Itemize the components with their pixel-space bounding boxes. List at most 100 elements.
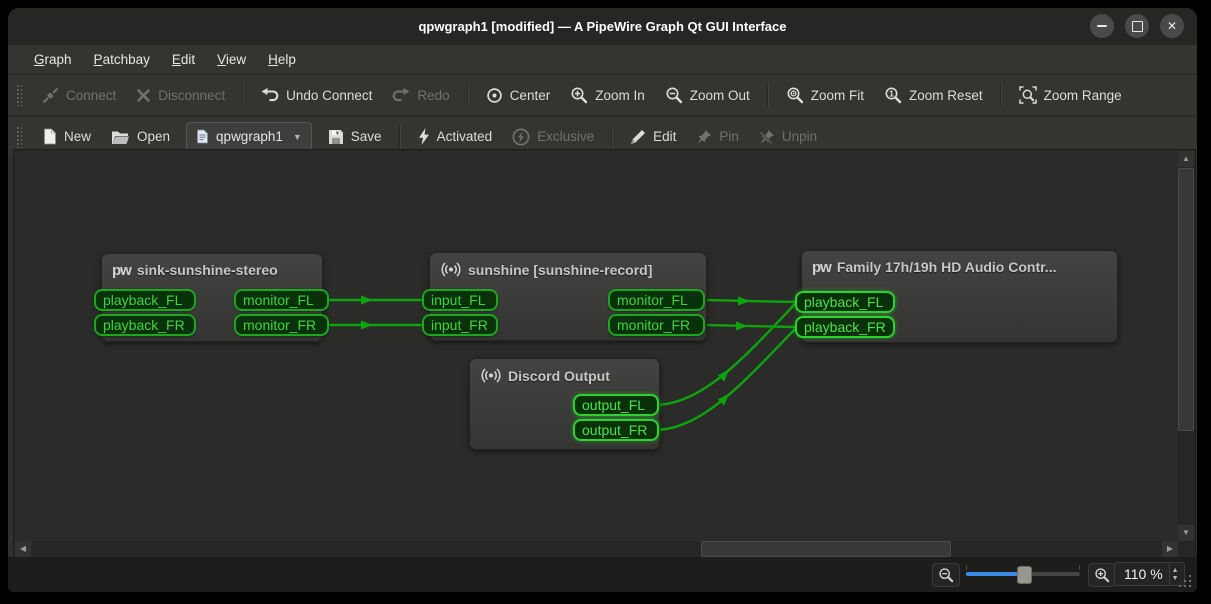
port-sink-monitor-fr[interactable]: monitor_FR xyxy=(234,314,329,336)
port-sunshine-monitor-fl[interactable]: monitor_FL xyxy=(608,289,705,311)
exclusive-button[interactable]: Exclusive xyxy=(502,122,604,152)
port-sink-playback-fr[interactable]: playback_FR xyxy=(94,314,196,336)
chevron-down-icon: ▼ xyxy=(293,132,302,142)
zoom-out-button[interactable]: Zoom Out xyxy=(655,80,760,110)
node-title: Family 17h/19h HD Audio Contr... xyxy=(837,259,1057,275)
pipewire-icon: pw xyxy=(112,263,131,278)
zoom-slider-handle[interactable] xyxy=(1017,566,1032,584)
statusbar-zoom-in-button[interactable] xyxy=(1088,563,1116,587)
menubar: Graph Patchbay Edit View Help xyxy=(8,45,1197,74)
zoom-slider[interactable] xyxy=(962,563,1084,585)
node-header: sunshine [sunshine-record] xyxy=(430,253,706,278)
zoom-percent-spinbox[interactable]: 110 % ▲▼ xyxy=(1114,562,1185,586)
menu-help[interactable]: Help xyxy=(258,49,306,70)
zoom-range-button[interactable]: Zoom Range xyxy=(1009,80,1132,110)
minimize-icon xyxy=(1097,25,1107,27)
cable-sink-monitorFL-to-sunshine-inputFL[interactable] xyxy=(329,296,422,305)
graph-view-frame: pw sink-sunshine-stereo sunshine [sunshi… xyxy=(13,149,1196,559)
maximize-button[interactable] xyxy=(1125,14,1149,38)
scroll-down-button[interactable]: ▼ xyxy=(1178,525,1194,541)
center-button[interactable]: Center xyxy=(476,80,561,110)
disconnect-button[interactable]: Disconnect xyxy=(126,80,235,110)
disconnect-icon xyxy=(136,88,151,103)
maximize-icon xyxy=(1132,21,1143,32)
cable-sink-monitorFR-to-sunshine-inputFR[interactable] xyxy=(329,321,422,330)
pin-button[interactable]: Pin xyxy=(686,122,749,152)
toolbar-separator xyxy=(399,125,401,149)
scroll-right-button[interactable]: ▶ xyxy=(1162,541,1178,557)
cable-discord-outputFR-to-family-playbackFR[interactable] xyxy=(659,329,795,430)
edit-button[interactable]: Edit xyxy=(620,122,686,152)
node-title: sunshine [sunshine-record] xyxy=(468,262,652,278)
vertical-scrollbar[interactable]: ▲ ▼ xyxy=(1178,151,1194,541)
zoom-in-icon xyxy=(1094,567,1110,583)
patchbay-selector[interactable]: qpwgraph1 ▼ xyxy=(186,122,312,152)
zoom-reset-button[interactable]: 1 Zoom Reset xyxy=(874,80,993,110)
titlebar[interactable]: qpwgraph1 [modified] — A PipeWire Graph … xyxy=(8,8,1197,45)
patchbay-selector-value: qpwgraph1 xyxy=(216,129,283,144)
menu-edit[interactable]: Edit xyxy=(162,49,205,70)
patchbay-file-icon xyxy=(196,129,209,144)
unpin-icon xyxy=(759,129,775,145)
resize-grip[interactable] xyxy=(1177,573,1191,587)
activated-button[interactable]: Activated xyxy=(408,122,503,152)
statusbar-zoom-out-button[interactable] xyxy=(932,563,960,587)
arrow-right-icon: ▶ xyxy=(1167,545,1173,553)
save-button[interactable]: Save xyxy=(318,122,392,152)
zoom-in-button[interactable]: Zoom In xyxy=(560,80,655,110)
port-discord-output-fr[interactable]: output_FR xyxy=(573,419,659,441)
close-icon: ✕ xyxy=(1167,20,1177,32)
port-discord-output-fl[interactable]: output_FL xyxy=(573,394,659,416)
zoom-percent-value: 110 % xyxy=(1115,566,1169,582)
menu-view[interactable]: View xyxy=(207,49,256,70)
svg-text:1: 1 xyxy=(889,88,894,98)
node-header: Discord Output xyxy=(470,359,659,384)
port-family-playback-fr[interactable]: playback_FR xyxy=(795,316,895,338)
new-button[interactable]: New xyxy=(32,122,101,152)
toolbar-drag-handle[interactable] xyxy=(16,126,22,148)
port-sunshine-monitor-fr[interactable]: monitor_FR xyxy=(608,314,705,336)
toolbar-drag-handle[interactable] xyxy=(16,84,22,106)
zoom-range-icon xyxy=(1019,86,1037,104)
exclusive-bolt-icon xyxy=(512,128,530,146)
toolbar-separator xyxy=(467,83,469,107)
node-title: Discord Output xyxy=(508,368,610,384)
unpin-button[interactable]: Unpin xyxy=(749,122,827,152)
zoom-fit-icon xyxy=(786,86,804,104)
port-sunshine-input-fr[interactable]: input_FR xyxy=(422,314,498,336)
port-family-playback-fl[interactable]: playback_FL xyxy=(795,291,895,313)
redo-icon xyxy=(392,88,410,103)
scroll-up-button[interactable]: ▲ xyxy=(1178,151,1194,167)
connect-button[interactable]: Connect xyxy=(32,80,126,110)
zoom-in-icon xyxy=(570,86,588,104)
menu-patchbay[interactable]: Patchbay xyxy=(84,49,160,70)
screenshot-stage: qpwgraph1 [modified] — A PipeWire Graph … xyxy=(0,0,1211,604)
graph-canvas[interactable]: pw sink-sunshine-stereo sunshine [sunshi… xyxy=(15,151,1178,541)
menu-graph[interactable]: Graph xyxy=(24,49,82,70)
close-button[interactable]: ✕ xyxy=(1160,14,1184,38)
scroll-left-button[interactable]: ◀ xyxy=(15,541,31,557)
minimize-button[interactable] xyxy=(1090,14,1114,38)
zoom-fit-button[interactable]: Zoom Fit xyxy=(776,80,874,110)
cable-sunshine-monitorFL-to-family-playbackFL[interactable] xyxy=(705,297,795,306)
window-title: qpwgraph1 [modified] — A PipeWire Graph … xyxy=(418,19,786,34)
port-sunshine-input-fl[interactable]: input_FL xyxy=(422,289,498,311)
edit-pencil-icon xyxy=(630,129,646,145)
horizontal-scrollbar[interactable]: ◀ ▶ xyxy=(15,541,1178,557)
toolbar-separator xyxy=(1000,83,1002,107)
toolbar-separator xyxy=(767,83,769,107)
port-sink-monitor-fl[interactable]: monitor_FL xyxy=(234,289,329,311)
port-sink-playback-fl[interactable]: playback_FL xyxy=(94,289,196,311)
redo-button[interactable]: Redo xyxy=(382,80,459,110)
toolbar-graph: Connect Disconnect Undo Connect Redo Cen… xyxy=(8,75,1197,116)
open-button[interactable]: Open xyxy=(101,122,180,152)
undo-connect-button[interactable]: Undo Connect xyxy=(251,80,382,110)
new-file-icon xyxy=(42,128,57,145)
zoom-slider-fill xyxy=(966,572,1021,576)
cable-sunshine-monitorFR-to-family-playbackFR[interactable] xyxy=(705,322,795,331)
vertical-scroll-thumb[interactable] xyxy=(1178,168,1194,431)
node-title: sink-sunshine-stereo xyxy=(137,262,278,278)
horizontal-scroll-thumb[interactable] xyxy=(701,541,951,557)
connect-icon xyxy=(42,87,59,104)
node-header: pw Family 17h/19h HD Audio Contr... xyxy=(802,251,1117,275)
